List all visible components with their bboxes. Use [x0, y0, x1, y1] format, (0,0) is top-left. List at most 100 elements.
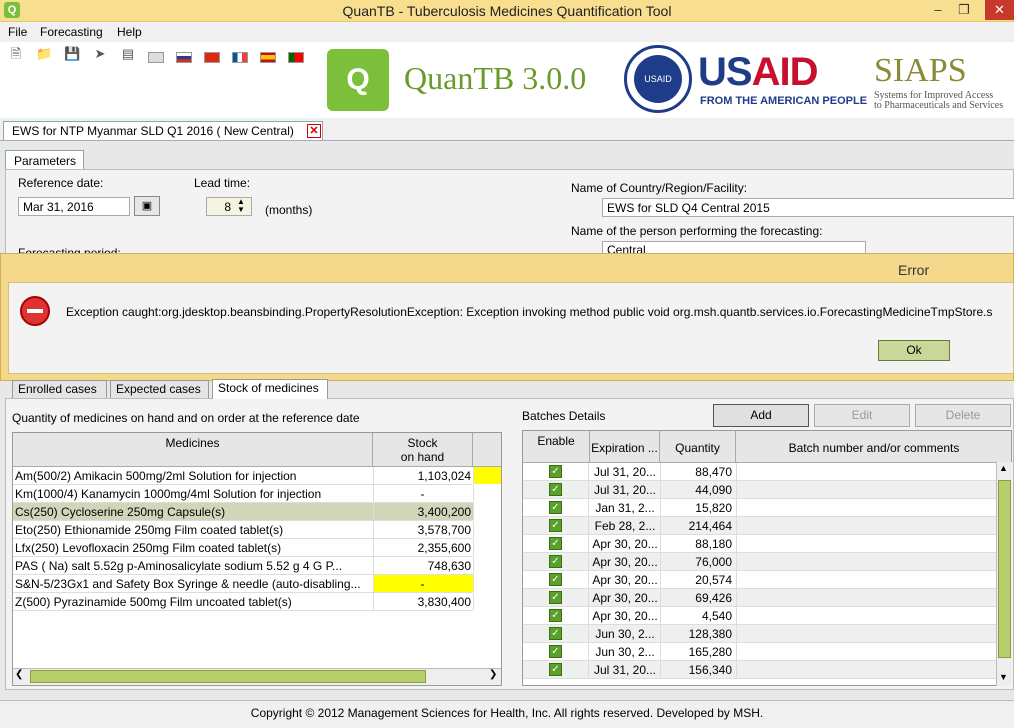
add-button[interactable]: Add [713, 404, 809, 427]
spinner-arrows-icon[interactable]: ▲ ▼ [237, 198, 245, 214]
batch-row[interactable]: ✓ Jul 31, 20... 156,340 [523, 661, 997, 679]
spanish-flag-icon[interactable] [260, 52, 276, 63]
tab-stock-of-medicines[interactable]: Stock of medicines [212, 379, 328, 399]
english-flag-icon[interactable] [148, 52, 164, 63]
enable-checkbox[interactable]: ✓ [549, 645, 562, 658]
stock-value[interactable]: 3,578,700 [373, 521, 473, 538]
column-header-quantity[interactable]: Quantity [660, 431, 736, 463]
table-row[interactable]: PAS ( Na) salt 5.52g p-Aminosalicylate s… [13, 557, 474, 575]
column-header-stock[interactable]: Stock on hand [373, 433, 473, 467]
menu-help[interactable]: Help [117, 25, 142, 39]
ok-button[interactable]: Ok [878, 340, 950, 361]
batch-quantity: 20,574 [660, 571, 736, 588]
enable-checkbox[interactable]: ✓ [549, 483, 562, 496]
enable-checkbox[interactable]: ✓ [549, 591, 562, 604]
stock-value[interactable]: 748,630 [373, 557, 473, 574]
medicine-name: PAS ( Na) salt 5.52g p-Aminosalicylate s… [15, 559, 343, 573]
batch-comment[interactable] [736, 553, 997, 570]
enable-checkbox[interactable]: ✓ [549, 627, 562, 640]
batch-quantity: 44,090 [660, 481, 736, 498]
chinese-flag-icon[interactable] [204, 52, 220, 63]
enable-checkbox[interactable]: ✓ [549, 519, 562, 532]
batch-row[interactable]: ✓ Apr 30, 20... 4,540 [523, 607, 997, 625]
batch-comment[interactable] [736, 625, 997, 642]
person-label: Name of the person performing the foreca… [571, 224, 823, 238]
table-row[interactable]: S&N-5/23Gx1 and Safety Box Syringe & nee… [13, 575, 474, 593]
batch-row[interactable]: ✓ Feb 28, 2... 214,464 [523, 517, 997, 535]
menu-file[interactable]: File [8, 25, 27, 39]
batch-row[interactable]: ✓ Jul 31, 20... 44,090 [523, 481, 997, 499]
enable-checkbox[interactable]: ✓ [549, 663, 562, 676]
enable-checkbox[interactable]: ✓ [549, 555, 562, 568]
column-header-comments[interactable]: Batch number and/or comments [736, 431, 1011, 463]
table-row[interactable]: Eto(250) Ethionamide 250mg Film coated t… [13, 521, 474, 539]
go-icon[interactable]: ➤ [92, 47, 108, 61]
menu-forecasting[interactable]: Forecasting [40, 25, 103, 39]
reference-date-field[interactable]: Mar 31, 2016 [18, 197, 130, 216]
lead-time-spinner[interactable]: 8 [206, 197, 252, 216]
batch-row[interactable]: ✓ Apr 30, 20... 20,574 [523, 571, 997, 589]
stock-value[interactable]: 1,103,024 [373, 467, 473, 484]
french-flag-icon[interactable] [232, 52, 248, 63]
table-row[interactable]: Lfx(250) Levofloxacin 250mg Film coated … [13, 539, 474, 557]
batch-comment[interactable] [736, 607, 997, 624]
tab-enrolled-cases[interactable]: Enrolled cases [12, 380, 107, 398]
batch-row[interactable]: ✓ Jul 31, 20... 88,470 [523, 463, 997, 481]
stock-value[interactable]: 3,830,400 [373, 593, 473, 610]
batch-comment[interactable] [736, 535, 997, 552]
batch-row[interactable]: ✓ Jan 31, 2... 15,820 [523, 499, 997, 517]
horizontal-scroll-thumb[interactable] [30, 670, 426, 683]
stock-value[interactable]: - [373, 575, 473, 592]
country-field[interactable]: EWS for SLD Q4 Central 2015 [602, 198, 1014, 217]
batch-row[interactable]: ✓ Jun 30, 2... 128,380 [523, 625, 997, 643]
batch-comment[interactable] [736, 589, 997, 606]
restore-button[interactable]: ❐ [951, 0, 977, 20]
batch-comment[interactable] [736, 571, 997, 588]
minimize-button[interactable]: – [925, 0, 951, 20]
batch-row[interactable]: ✓ Apr 30, 20... 69,426 [523, 589, 997, 607]
batch-comment[interactable] [736, 661, 997, 678]
stock-value[interactable]: 3,400,200 [373, 503, 473, 520]
close-window-button[interactable]: ✕ [985, 0, 1014, 20]
table-row-selected[interactable]: Cs(250) Cycloserine 250mg Capsule(s) 3,4… [13, 503, 474, 521]
scroll-left-icon[interactable]: ❮ [15, 669, 23, 680]
table-row[interactable]: Km(1000/4) Kanamycin 1000mg/4ml Solution… [13, 485, 474, 503]
tab-expected-cases[interactable]: Expected cases [110, 380, 209, 398]
enable-checkbox[interactable]: ✓ [549, 573, 562, 586]
stock-value[interactable]: 2,355,600 [373, 539, 473, 556]
new-file-icon[interactable]: 🗎 [8, 47, 24, 61]
vertical-scroll-thumb[interactable] [998, 480, 1011, 658]
batch-comment[interactable] [736, 481, 997, 498]
open-folder-icon[interactable]: 📁 [36, 47, 52, 61]
stock-value[interactable]: - [373, 485, 473, 502]
enable-checkbox[interactable]: ✓ [549, 501, 562, 514]
calendar-icon[interactable]: ▣ [134, 196, 160, 216]
enable-checkbox[interactable]: ✓ [549, 537, 562, 550]
document-tab[interactable]: EWS for NTP Myanmar SLD Q1 2016 ( New Ce… [3, 121, 323, 140]
table-row[interactable]: Z(500) Pyrazinamide 500mg Film uncoated … [13, 593, 474, 611]
batch-comment[interactable] [736, 463, 997, 480]
column-header-expiration[interactable]: Expiration ... [590, 431, 660, 463]
portuguese-flag-icon[interactable] [288, 52, 304, 63]
russian-flag-icon[interactable] [176, 52, 192, 63]
enable-checkbox[interactable]: ✓ [549, 465, 562, 478]
batch-row[interactable]: ✓ Apr 30, 20... 76,000 [523, 553, 997, 571]
batch-comment[interactable] [736, 643, 997, 660]
batch-row[interactable]: ✓ Jun 30, 2... 165,280 [523, 643, 997, 661]
column-header-medicines[interactable]: Medicines [13, 433, 373, 467]
scroll-down-icon[interactable]: ▼ [999, 672, 1008, 682]
batch-row[interactable]: ✓ Apr 30, 20... 88,180 [523, 535, 997, 553]
batch-comment[interactable] [736, 517, 997, 534]
tab-parameters[interactable]: Parameters [5, 150, 84, 170]
close-tab-icon[interactable]: ✕ [307, 124, 321, 138]
batch-comment[interactable] [736, 499, 997, 516]
scroll-right-icon[interactable]: ❯ [489, 669, 497, 680]
delete-button[interactable]: Delete [915, 404, 1011, 427]
enable-checkbox[interactable]: ✓ [549, 609, 562, 622]
column-header-enable[interactable]: Enable [523, 431, 590, 463]
save-icon[interactable]: 💾 [64, 47, 80, 61]
edit-button[interactable]: Edit [814, 404, 910, 427]
table-row[interactable]: Am(500/2) Amikacin 500mg/2ml Solution fo… [13, 467, 501, 485]
report-icon[interactable]: ▤ [120, 47, 136, 61]
scroll-up-icon[interactable]: ▲ [999, 463, 1008, 473]
